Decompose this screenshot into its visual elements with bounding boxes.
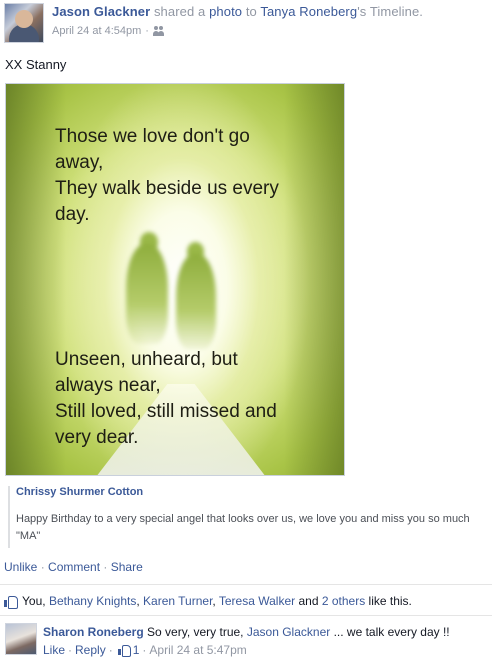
likes-you: You, <box>22 594 46 608</box>
comment-meta: Like · Reply · 1 · April 24 at 5:47pm <box>43 643 247 657</box>
likes-summary: You, Bethany Knights, Karen Turner, Tere… <box>4 594 412 609</box>
photo-link[interactable]: photo <box>209 4 242 19</box>
post-message: XX Stanny <box>5 57 67 72</box>
likes-comma: , <box>212 594 216 608</box>
post-timestamp[interactable]: April 24 at 4:54pm <box>52 25 141 37</box>
comment-button[interactable]: Comment <box>48 560 100 574</box>
friends-audience-icon[interactable] <box>152 26 165 36</box>
unlike-button[interactable]: Unlike <box>4 560 37 574</box>
post-headline: Jason Glackner shared a photo to Tanya R… <box>52 4 423 19</box>
post-actions: Unlike · Comment · Share <box>4 560 143 574</box>
post-header: Jason Glackner shared a photo to Tanya R… <box>4 3 488 43</box>
divider <box>0 615 492 616</box>
meta-separator: · <box>145 25 149 37</box>
avatar[interactable] <box>5 623 37 655</box>
share-button[interactable]: Share <box>111 560 143 574</box>
comment-like-button[interactable]: Like <box>43 643 65 657</box>
comment-text-after: ... we talk every day !! <box>333 625 450 639</box>
liker-link[interactable]: Bethany Knights <box>49 594 136 608</box>
photo-figure-1 <box>126 244 168 344</box>
comment-reply-button[interactable]: Reply <box>75 643 106 657</box>
actor-name-link[interactable]: Jason Glackner <box>52 4 150 19</box>
thumb-up-icon[interactable] <box>117 644 131 657</box>
divider <box>0 584 492 585</box>
likes-and: and <box>298 594 319 608</box>
comment-like-count[interactable]: 1 <box>133 643 140 657</box>
comment-timestamp[interactable]: April 24 at 5:47pm <box>149 643 246 657</box>
photo-quote-bottom: Unseen, unheard, but always near, Still … <box>55 349 277 448</box>
timeline-text: 's Timeline. <box>357 4 424 19</box>
caption-text: Happy Birthday to a very special angel t… <box>16 513 470 542</box>
shared-photo[interactable]: Those we love don't go away, They walk b… <box>5 83 345 476</box>
target-name-link[interactable]: Tanya Roneberg <box>260 4 357 19</box>
photo-quote-top: Those we love don't go away, They walk b… <box>55 126 279 225</box>
photo-figure-2 <box>176 254 216 349</box>
thumb-up-icon <box>4 595 18 609</box>
likes-suffix: like this. <box>368 594 412 608</box>
action-separator: · <box>40 560 45 574</box>
shared-caption: Chrissy Shurmer Cotton Happy Birthday to… <box>8 486 490 548</box>
comment-separator: · <box>108 643 113 657</box>
verb-text: shared a <box>153 4 206 19</box>
likes-comma: , <box>136 594 140 608</box>
comment-separator: · <box>68 643 73 657</box>
caption-author-link[interactable]: Chrissy Shurmer Cotton <box>16 486 490 498</box>
likes-others-link[interactable]: 2 others <box>322 594 365 608</box>
post-meta: April 24 at 4:54pm · <box>52 25 165 37</box>
action-separator: · <box>103 560 108 574</box>
comment-author-link[interactable]: Sharon Roneberg <box>43 625 144 639</box>
avatar[interactable] <box>4 3 44 43</box>
comment-separator: · <box>142 643 147 657</box>
mention-link[interactable]: Jason Glackner <box>247 625 330 639</box>
to-text: to <box>245 4 257 19</box>
comment-body: Sharon Roneberg So very, very true, Jaso… <box>43 625 450 639</box>
photo-shade-right <box>284 84 344 475</box>
liker-link[interactable]: Teresa Walker <box>219 594 295 608</box>
comment-item: Sharon Roneberg So very, very true, Jaso… <box>4 620 488 660</box>
liker-link[interactable]: Karen Turner <box>143 594 212 608</box>
comment-text-before: So very, very true, <box>147 625 244 639</box>
